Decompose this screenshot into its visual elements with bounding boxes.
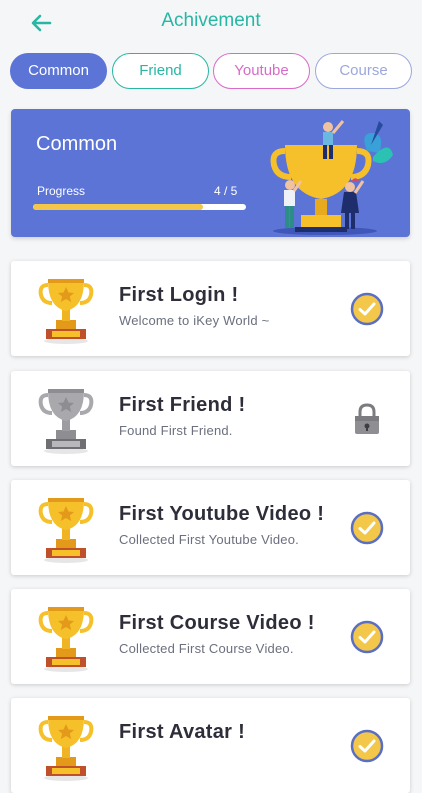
- achievement-description: Found First Friend.: [119, 423, 233, 438]
- lock-icon: [350, 402, 384, 436]
- progress-label: Progress: [37, 184, 86, 198]
- tab-bar: Common Friend Youtube Course: [10, 53, 412, 89]
- progress-bar: [33, 204, 246, 210]
- achievement-title: First Login !: [119, 284, 239, 306]
- check-icon: [350, 620, 384, 654]
- achievement-description: Collected First Course Video.: [119, 641, 294, 656]
- tab-course[interactable]: Course: [315, 53, 412, 89]
- gold-trophy-icon: [38, 710, 94, 782]
- gold-trophy-icon: [38, 273, 94, 345]
- tab-friend[interactable]: Friend: [112, 53, 209, 89]
- achievement-card-first-friend[interactable]: First Friend ! Found First Friend.: [11, 371, 410, 466]
- achievement-title: First Youtube Video !: [119, 503, 325, 525]
- achievement-card-first-course-video[interactable]: First Course Video ! Collected First Cou…: [11, 589, 410, 684]
- gold-trophy-icon: [38, 492, 94, 564]
- tab-common[interactable]: Common: [10, 53, 107, 89]
- banner-title: Common: [36, 133, 118, 155]
- achievement-description: Collected First Youtube Video.: [119, 532, 299, 547]
- achievement-card-first-youtube-video[interactable]: First Youtube Video ! Collected First Yo…: [11, 480, 410, 575]
- trophy-people-illustration: [270, 120, 393, 235]
- silver-trophy-icon: [38, 383, 94, 455]
- check-icon: [350, 729, 384, 763]
- progress-count: 4 / 5: [214, 184, 238, 198]
- tab-youtube[interactable]: Youtube: [213, 53, 310, 89]
- progress-fill: [33, 204, 204, 210]
- achievement-description: Welcome to iKey World ~: [119, 313, 270, 328]
- check-icon: [350, 511, 384, 545]
- page-title: Achivement: [161, 10, 261, 31]
- achievement-title: First Friend !: [119, 394, 246, 416]
- gold-trophy-icon: [38, 601, 94, 673]
- achievement-title: First Course Video !: [119, 612, 315, 634]
- check-icon: [350, 292, 384, 326]
- top-bar: Achivement: [0, 0, 422, 44]
- achievement-card-first-avatar[interactable]: First Avatar !: [11, 698, 410, 793]
- progress-banner: Common Progress 4 / 5: [11, 109, 410, 237]
- achievement-title: First Avatar !: [119, 721, 246, 743]
- achievement-card-first-login[interactable]: First Login ! Welcome to iKey World ~: [11, 261, 410, 356]
